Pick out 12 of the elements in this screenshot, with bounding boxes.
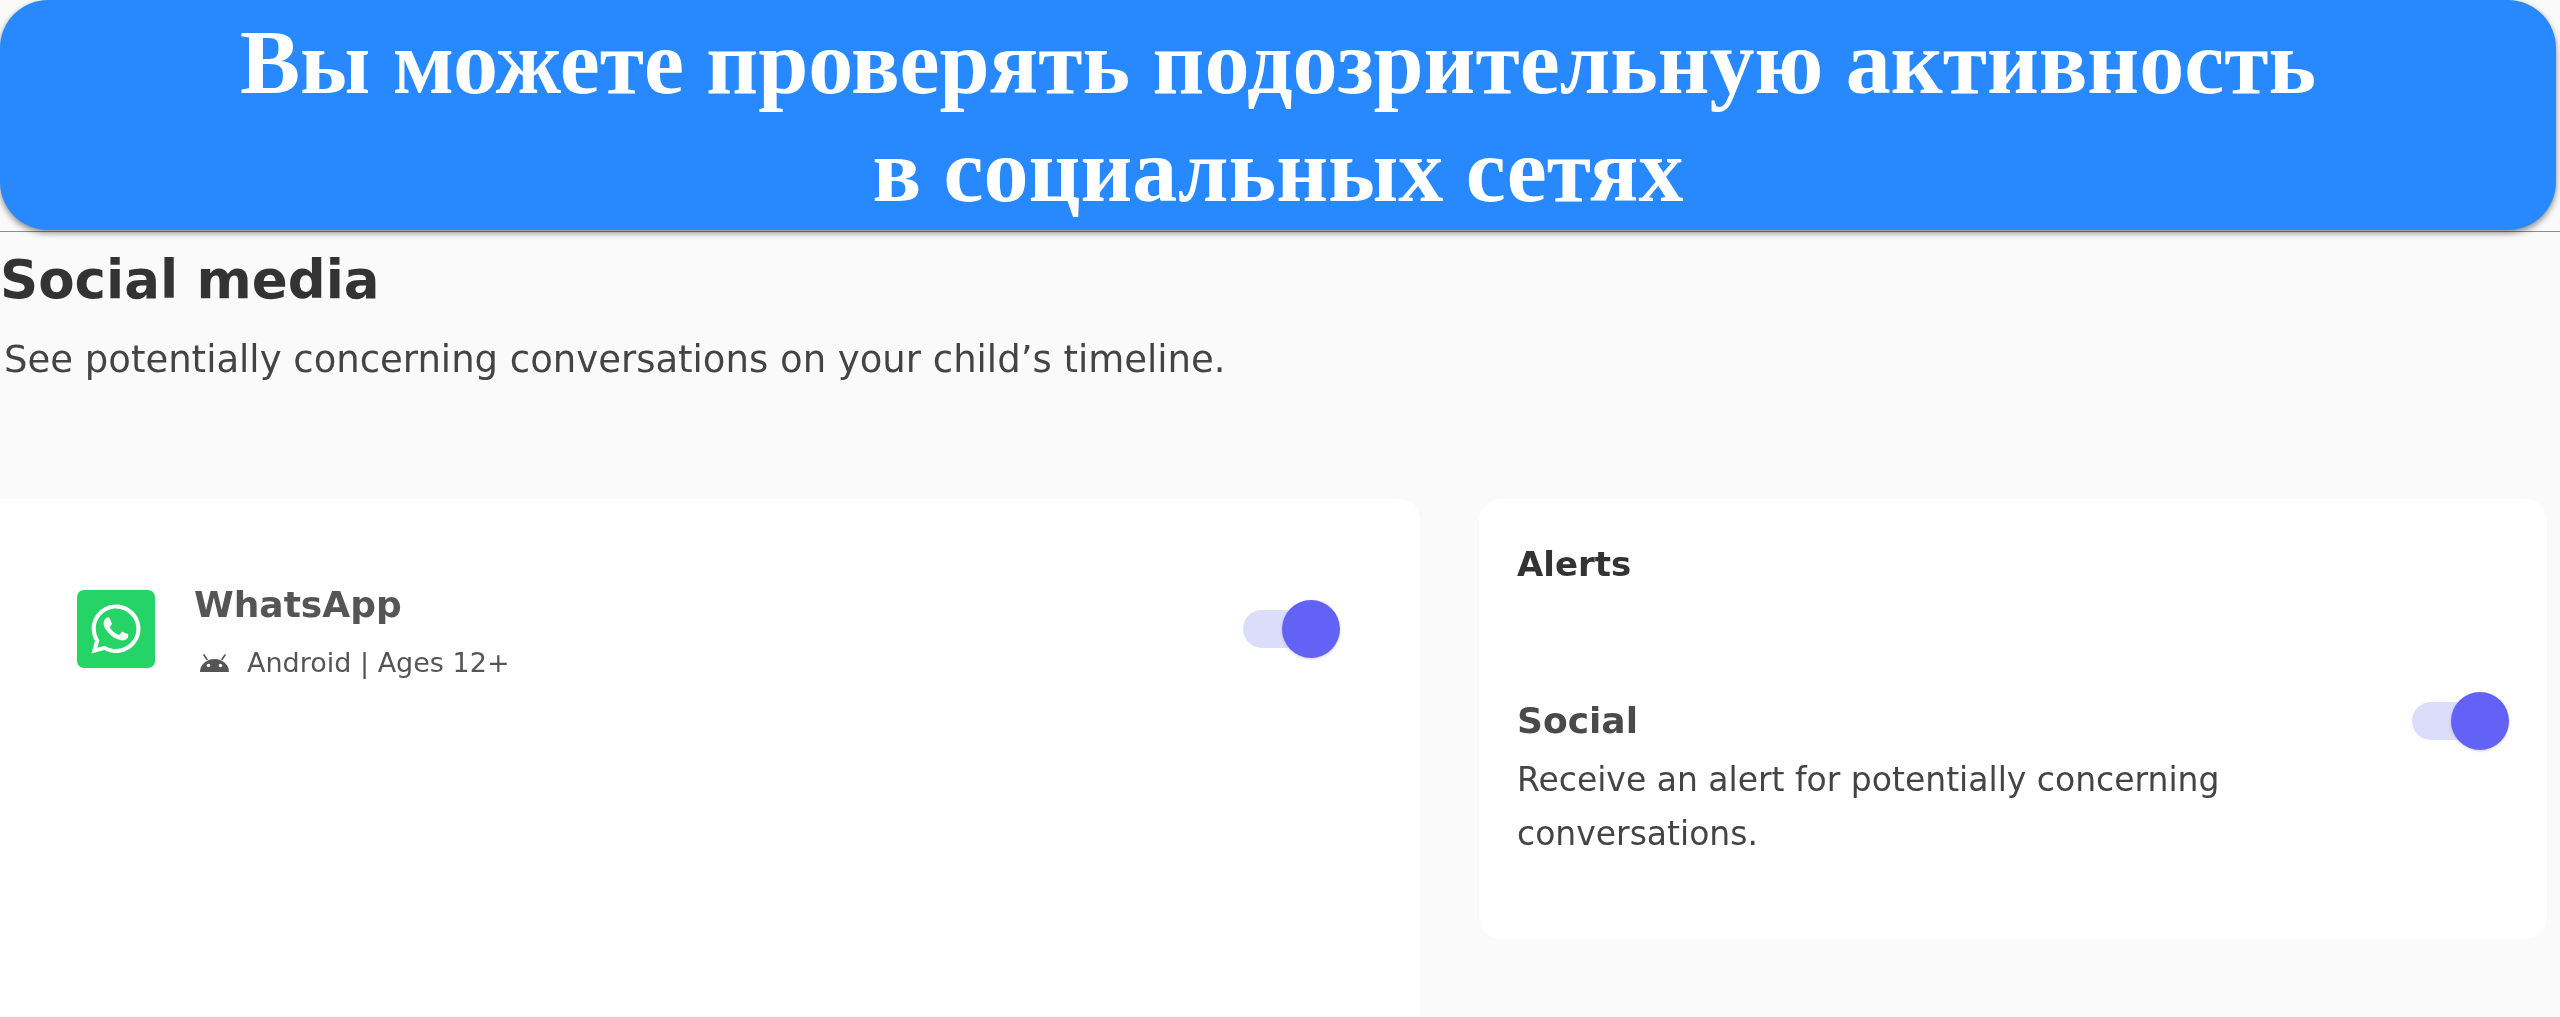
toggle-switch[interactable] <box>1243 600 1340 658</box>
alert-name: Social <box>1517 699 1638 743</box>
alert-description: Receive an alert for potentially concerning conversations. <box>1517 759 2221 855</box>
page-title: Social media <box>0 250 380 310</box>
phone-chat-icon <box>77 590 155 668</box>
page-subtitle: See potentially concerning conversations on your child’s timeline. <box>4 337 1226 383</box>
app-details: Android | Ages 12+ <box>247 646 510 681</box>
banner-title: Вы можете проверять подозрительную активность в социальных сетях <box>240 12 2316 222</box>
alerts-title: Alerts <box>1517 543 1632 586</box>
app-name: WhatsApp <box>194 583 402 627</box>
robot-head-icon <box>199 654 230 672</box>
toggle-switch[interactable] <box>2412 692 2509 750</box>
